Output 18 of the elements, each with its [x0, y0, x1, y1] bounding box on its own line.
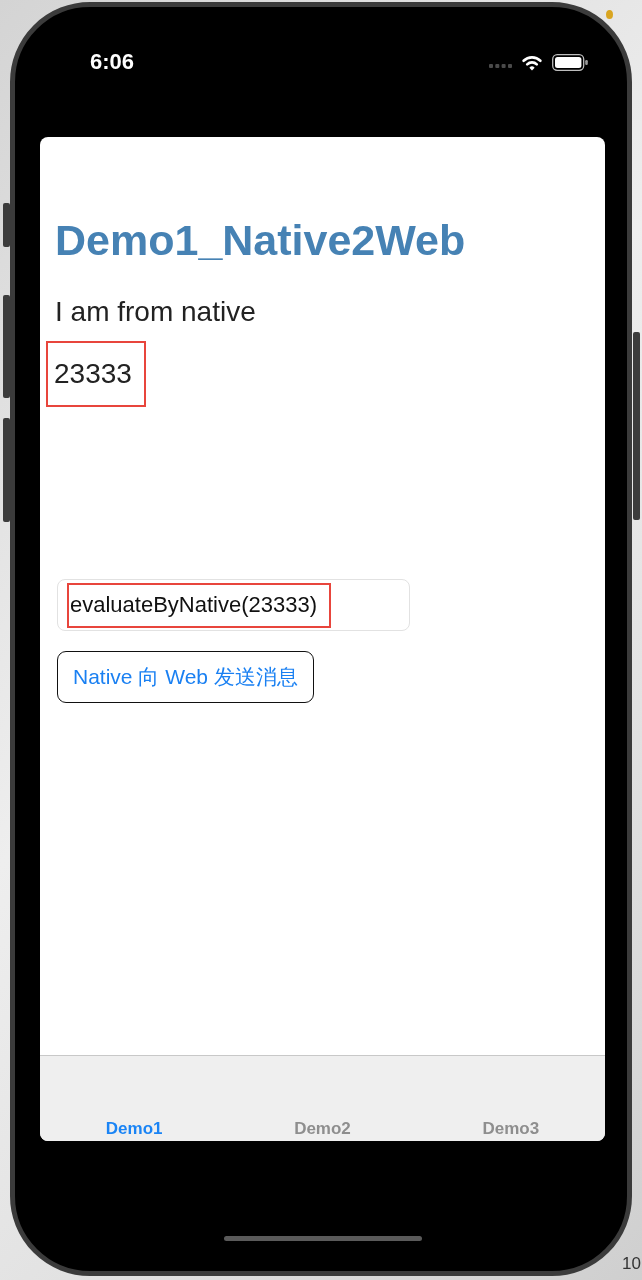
battery-icon: [552, 53, 588, 71]
tab[interactable]: Demo3: [482, 1119, 540, 1139]
page-title: Demo1_Native2Web: [55, 217, 466, 263]
side-button[interactable]: [3, 203, 10, 247]
side-button[interactable]: [3, 418, 10, 522]
send-button[interactable]: Native 向 Web 发送消息: [57, 651, 314, 703]
wifi-icon: [520, 53, 544, 71]
signal-icon: [489, 63, 512, 68]
side-button[interactable]: [633, 332, 640, 520]
input-field[interactable]: evaluateByNative(23333): [57, 579, 410, 631]
edge-text: 10: [622, 1254, 641, 1274]
app-icon: [606, 10, 613, 19]
tab[interactable]: Demo2: [294, 1119, 351, 1139]
message-text: I am from native: [55, 296, 256, 328]
side-button[interactable]: [3, 295, 10, 398]
status-time: 6:06: [90, 50, 135, 74]
tab[interactable]: Demo1: [105, 1119, 163, 1139]
value-text: 23333: [54, 358, 132, 390]
